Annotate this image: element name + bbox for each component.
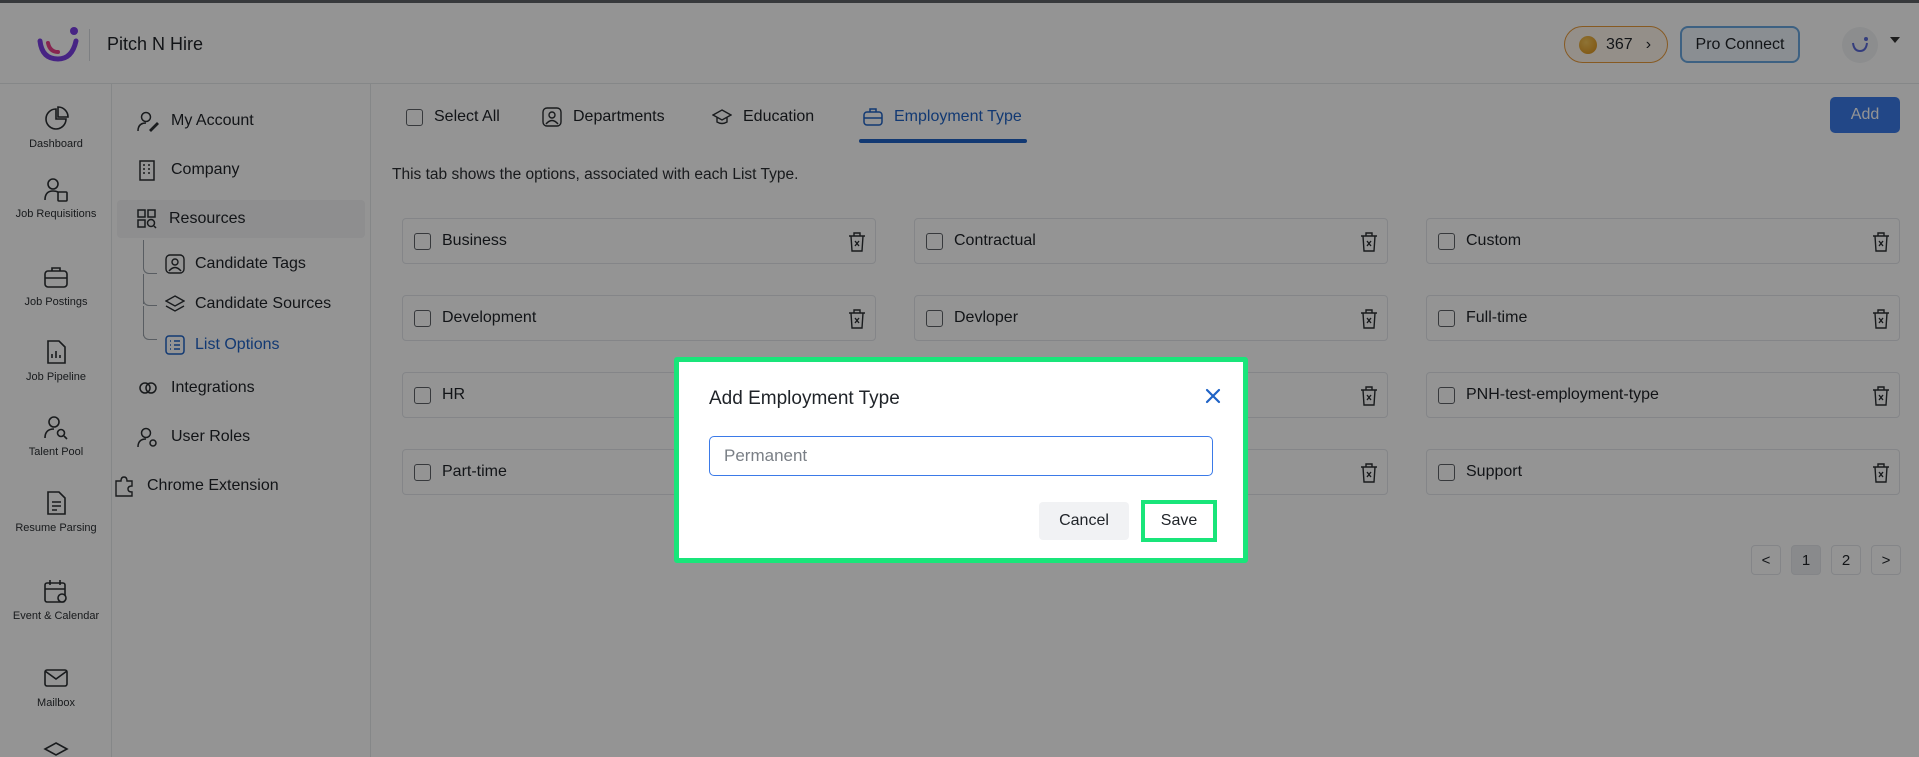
save-button[interactable]: Save xyxy=(1141,500,1217,542)
dialog-title: Add Employment Type xyxy=(709,388,900,409)
employment-type-input[interactable] xyxy=(709,436,1213,476)
add-employment-type-dialog: Add Employment Type Cancel Save xyxy=(674,357,1248,563)
close-icon[interactable] xyxy=(1203,386,1223,406)
cancel-button[interactable]: Cancel xyxy=(1039,502,1129,540)
